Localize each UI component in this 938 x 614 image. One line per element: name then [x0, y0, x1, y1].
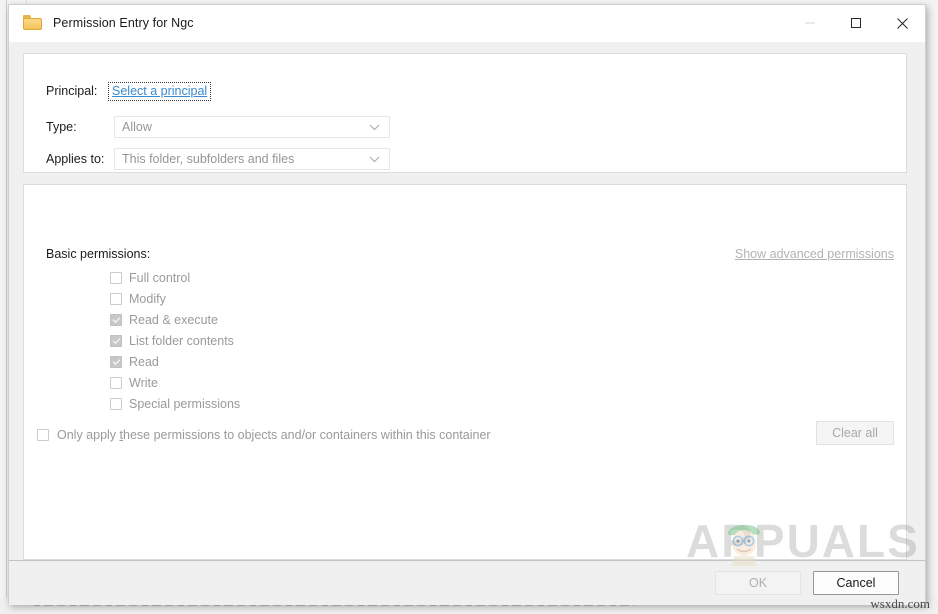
permission-item[interactable]: Write — [110, 372, 240, 393]
permission-item[interactable]: List folder contents — [110, 330, 240, 351]
applies-to-label: Applies to: — [46, 152, 105, 166]
type-dropdown[interactable]: Allow — [114, 116, 390, 138]
applies-to-row: Applies to: This folder, subfolders and … — [46, 148, 390, 170]
window-controls — [787, 5, 925, 41]
maximize-icon[interactable] — [833, 5, 879, 41]
permission-checkbox[interactable] — [110, 334, 122, 347]
permission-item[interactable]: Read & execute — [110, 309, 240, 330]
permission-label: Full control — [129, 270, 191, 285]
permission-label: List folder contents — [129, 333, 234, 348]
principal-row: Principal: Select a principal — [46, 80, 212, 102]
permission-checkbox[interactable] — [110, 376, 122, 389]
permission-item[interactable]: Read — [110, 351, 240, 372]
permission-checkbox[interactable] — [110, 355, 122, 368]
permission-item[interactable]: Full control — [110, 267, 240, 288]
principal-panel: Principal: Select a principal Type: Allo… — [23, 53, 907, 173]
permission-entry-dialog: Permission Entry for Ngc Principal: Sele… — [8, 4, 926, 605]
title-bar: Permission Entry for Ngc — [9, 5, 925, 42]
basic-permissions-list: Full control Modify Read & execute List fol… — [110, 267, 240, 414]
applies-to-value: This folder, subfolders and files — [122, 152, 295, 166]
permission-item[interactable]: Modify — [110, 288, 240, 309]
background-window-edge — [6, 0, 7, 614]
permission-checkbox[interactable] — [110, 271, 122, 284]
folder-icon — [23, 15, 43, 31]
chevron-down-icon — [369, 124, 380, 131]
chevron-down-icon — [369, 156, 380, 163]
cancel-button[interactable]: Cancel — [813, 571, 899, 595]
only-apply-label: Only apply these permissions to objects … — [57, 428, 491, 442]
permission-label: Write — [129, 375, 158, 390]
principal-label: Principal: — [46, 84, 98, 98]
applies-to-dropdown[interactable]: This folder, subfolders and files — [114, 148, 390, 170]
select-principal-link[interactable]: Select a principal — [112, 84, 207, 98]
type-label: Type: — [46, 120, 77, 134]
minimize-icon[interactable] — [787, 5, 833, 41]
permission-item[interactable]: Special permissions — [110, 393, 240, 414]
type-value: Allow — [122, 120, 152, 134]
basic-permissions-label: Basic permissions: — [46, 247, 151, 261]
select-principal-focus-ring: Select a principal — [108, 81, 212, 101]
permission-checkbox[interactable] — [110, 313, 122, 326]
permission-checkbox[interactable] — [110, 397, 122, 410]
show-advanced-permissions-link[interactable]: Show advanced permissions — [735, 247, 894, 261]
type-row: Type: Allow — [46, 116, 390, 138]
close-icon[interactable] — [879, 5, 925, 41]
ok-button[interactable]: OK — [715, 571, 801, 595]
clear-all-button[interactable]: Clear all — [816, 421, 894, 445]
only-apply-checkbox[interactable] — [37, 429, 49, 441]
permission-label: Read & execute — [129, 312, 218, 327]
permission-label: Modify — [129, 291, 166, 306]
permission-label: Read — [129, 354, 159, 369]
dialog-button-bar: OK Cancel — [9, 560, 925, 605]
only-apply-row[interactable]: Only apply these permissions to objects … — [37, 428, 491, 442]
dialog-body: Principal: Select a principal Type: Allo… — [9, 42, 925, 605]
permissions-panel: Basic permissions: Show advanced permiss… — [23, 184, 907, 560]
permission-checkbox[interactable] — [110, 292, 122, 305]
window-title: Permission Entry for Ngc — [53, 16, 194, 30]
permission-label: Special permissions — [129, 396, 241, 411]
